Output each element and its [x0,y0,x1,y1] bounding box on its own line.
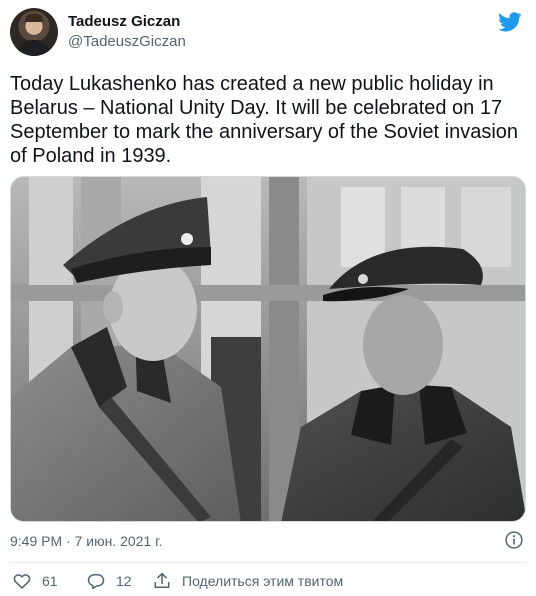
tweet-header: Tadeusz Giczan @TadeuszGiczan [10,8,526,60]
tweet-photo[interactable] [10,176,526,522]
heart-icon [13,574,31,589]
share-icon [154,572,170,588]
reply-icon [87,574,105,590]
like-count: 61 [42,573,58,589]
tweet-timestamp[interactable]: 9:49 PM · 7 июн. 2021 г. [10,533,162,549]
author-handle[interactable]: @TadeuszGiczan [68,33,186,50]
actions-divider [10,562,526,563]
author-avatar[interactable] [10,8,58,56]
avatar-shirt [18,40,50,56]
building-ledge [11,285,525,301]
share-button[interactable]: Поделиться этим твитом [152,570,343,592]
avatar-hair [25,14,43,22]
share-label: Поделиться этим твитом [182,573,344,589]
photo-illustration [11,177,525,521]
reply-button[interactable]: 12 [86,570,132,592]
like-button[interactable]: 61 [12,570,58,592]
right-officer-face [363,295,443,395]
author-name[interactable]: Tadeusz Giczan [68,13,180,30]
left-officer-cap-badge [181,233,193,245]
tweet-actions: 61 12 Поделиться этим твитом [10,570,526,592]
reply-count: 12 [116,573,132,589]
twitter-bird-icon[interactable] [498,10,522,34]
left-officer-ear [103,291,123,323]
tweet-text: Today Lukashenko has created a new publi… [10,73,519,167]
right-officer-cap-badge [358,274,368,284]
info-icon[interactable] [504,530,524,550]
